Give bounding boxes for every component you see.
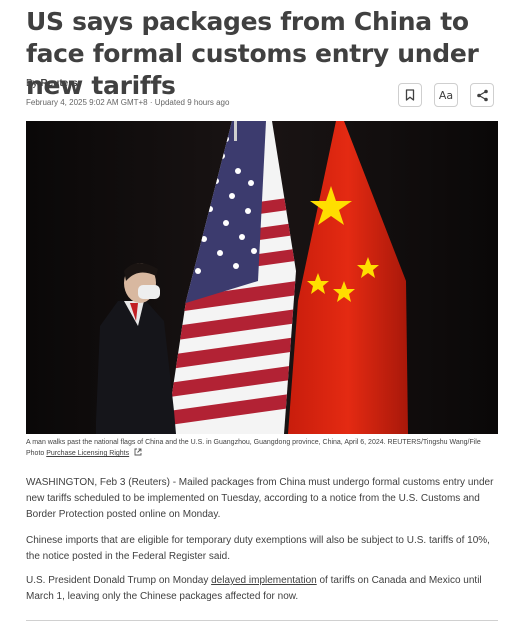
licensing-link[interactable]: Purchase Licensing Rights — [46, 450, 129, 457]
article-dateline: February 4, 2025 9:02 AM GMT+8 · Updated… — [26, 98, 230, 107]
paragraph-3: U.S. President Donald Trump on Monday de… — [26, 573, 498, 605]
external-link-icon[interactable] — [134, 448, 142, 456]
delayed-implementation-link[interactable]: delayed implementation — [211, 575, 317, 586]
article-photo — [26, 121, 498, 434]
share-button[interactable] — [470, 83, 494, 107]
paragraph-1: WASHINGTON, Feb 3 (Reuters) - Mailed pac… — [26, 477, 494, 520]
text-size-button[interactable]: Aa — [434, 83, 458, 107]
flags-photo-illustration — [26, 121, 498, 434]
author-link[interactable]: Reuters — [40, 78, 77, 89]
byline-prefix: By — [26, 78, 41, 89]
paragraph-3-start: U.S. President Donald Trump on Monday — [26, 575, 212, 586]
bookmark-button[interactable] — [398, 83, 422, 107]
byline: By Reuters — [26, 78, 78, 89]
divider — [26, 620, 498, 621]
bookmark-icon — [405, 89, 415, 101]
paragraph-2: Chinese imports that are eligible for te… — [26, 535, 490, 562]
share-icon — [476, 89, 488, 101]
text-size-label: Aa — [438, 88, 454, 102]
photo-caption: A man walks past the national flags of C… — [26, 437, 496, 459]
article-headline: US says packages from China to face form… — [26, 7, 479, 100]
